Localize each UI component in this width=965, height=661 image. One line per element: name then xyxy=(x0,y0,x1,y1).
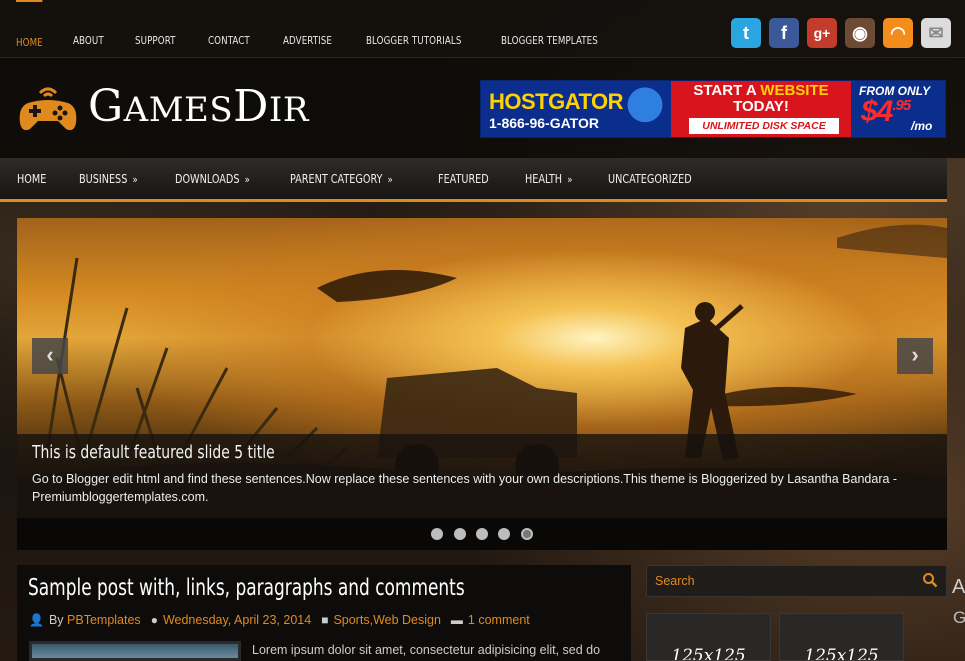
topnav-blogger-tutorials[interactable]: BLOGGER TUTORIALS xyxy=(366,0,461,58)
dropdown-arrow-icon: » xyxy=(245,173,251,186)
slide-title[interactable]: This is default featured slide 5 title xyxy=(32,442,275,463)
site-logo[interactable]: GAMESDIR xyxy=(16,80,309,137)
rss-icon[interactable]: ◠ xyxy=(883,18,913,48)
top-bar: HOME ABOUT SUPPORT CONTACT ADVERTISE BLO… xyxy=(0,0,965,58)
banner-phone: 1-866-96-GATOR xyxy=(489,115,599,131)
clock-icon: ● xyxy=(150,613,158,627)
slider-dot-3[interactable] xyxy=(476,528,488,540)
slider-dot-1[interactable] xyxy=(431,528,444,540)
post-by: By xyxy=(48,613,64,627)
folder-icon: ■ xyxy=(321,613,329,627)
topnav-blogger-templates[interactable]: BLOGGER TEMPLATES xyxy=(501,0,598,58)
main-navigation: HOME BUSINESS» DOWNLOADS» PARENT CATEGOR… xyxy=(0,158,947,202)
google-plus-icon[interactable]: g+ xyxy=(807,18,837,48)
gamepad-icon xyxy=(19,87,77,130)
post-card: Sample post with, links, paragraphs and … xyxy=(17,565,631,661)
banner-price: $4.95 xyxy=(861,95,911,128)
email-icon[interactable]: ✉ xyxy=(921,18,951,48)
mainnav-downloads[interactable]: DOWNLOADS» xyxy=(175,158,250,199)
dropdown-arrow-icon: » xyxy=(567,173,573,186)
ad-slot-2[interactable]: 125x125 xyxy=(779,613,904,661)
mainnav-health[interactable]: HEALTH» xyxy=(525,158,572,199)
post-category-sports[interactable]: Sports xyxy=(333,613,369,627)
slider-dot-4[interactable] xyxy=(498,528,511,540)
topnav-home[interactable]: HOME xyxy=(16,0,43,58)
post-date[interactable]: Wednesday, April 23, 2014 xyxy=(163,613,311,627)
social-icons: t f g+ ◉ ◠ ✉ xyxy=(723,18,951,48)
author-icon: 👤 xyxy=(29,613,44,627)
comment-icon: ▬ xyxy=(450,613,463,627)
banner-per-month: /mo xyxy=(911,119,933,133)
facebook-icon[interactable]: f xyxy=(769,18,799,48)
post-title[interactable]: Sample post with, links, paragraphs and … xyxy=(28,575,465,601)
featured-slider: ‹ › This is default featured slide 5 tit… xyxy=(17,218,947,550)
banner-disk-space: UNLIMITED DISK SPACE xyxy=(689,118,839,134)
slider-prev-button[interactable]: ‹ xyxy=(32,338,68,374)
edge-text-2: G xyxy=(953,608,965,627)
site-header: GAMESDIR HOSTGATOR 1-866-96-GATOR START … xyxy=(0,58,965,158)
banner-brand: HOSTGATOR xyxy=(489,89,624,114)
ad-slot-1[interactable]: 125x125 xyxy=(646,613,771,661)
post-category-web-design[interactable]: Web Design xyxy=(373,613,441,627)
site-title: GAMESDIR xyxy=(88,81,309,132)
post-meta: 👤 By PBTemplates ● Wednesday, April 23, … xyxy=(29,613,530,627)
gator-mascot-icon xyxy=(623,84,667,136)
topnav-contact[interactable]: CONTACT xyxy=(208,0,250,58)
slider-dot-2[interactable] xyxy=(453,528,466,540)
instagram-icon[interactable]: ◉ xyxy=(845,18,875,48)
mainnav-business[interactable]: BUSINESS» xyxy=(79,158,138,199)
hostgator-ad-banner[interactable]: HOSTGATOR 1-866-96-GATOR START A WEBSITE… xyxy=(480,80,946,138)
mainnav-home[interactable]: HOME xyxy=(17,158,46,199)
search-box[interactable]: Search xyxy=(646,565,947,597)
mainnav-featured[interactable]: FEATURED xyxy=(438,158,489,199)
mainnav-uncategorized[interactable]: UNCATEGORIZED xyxy=(608,158,692,199)
twitter-icon[interactable]: t xyxy=(731,18,761,48)
post-thumbnail[interactable] xyxy=(29,641,241,661)
banner-headline: START A WEBSITE TODAY! xyxy=(693,82,829,115)
dropdown-arrow-icon: » xyxy=(387,173,394,186)
slider-dot-5[interactable] xyxy=(520,528,533,540)
mainnav-parent-category[interactable]: PARENT CATEGORY» xyxy=(290,158,393,199)
post-comments-link[interactable]: 1 comment xyxy=(468,613,530,627)
search-input[interactable]: Search xyxy=(655,574,695,588)
post-excerpt: Lorem ipsum dolor sit amet, consectetur … xyxy=(252,643,601,657)
slide-description: Go to Blogger edit html and find these s… xyxy=(32,472,898,504)
edge-text-1: A xyxy=(952,576,965,598)
top-navigation: HOME ABOUT SUPPORT CONTACT ADVERTISE BLO… xyxy=(16,0,638,58)
post-author[interactable]: PBTemplates xyxy=(67,613,141,627)
dropdown-arrow-icon: » xyxy=(132,173,138,186)
slider-next-button[interactable]: › xyxy=(897,338,933,374)
topnav-support[interactable]: SUPPORT xyxy=(135,0,176,58)
topnav-advertise[interactable]: ADVERTISE xyxy=(283,0,332,58)
slide-caption: This is default featured slide 5 title G… xyxy=(17,434,947,518)
topnav-about[interactable]: ABOUT xyxy=(73,0,104,58)
search-icon[interactable] xyxy=(922,572,938,588)
slider-pagination xyxy=(17,518,947,550)
